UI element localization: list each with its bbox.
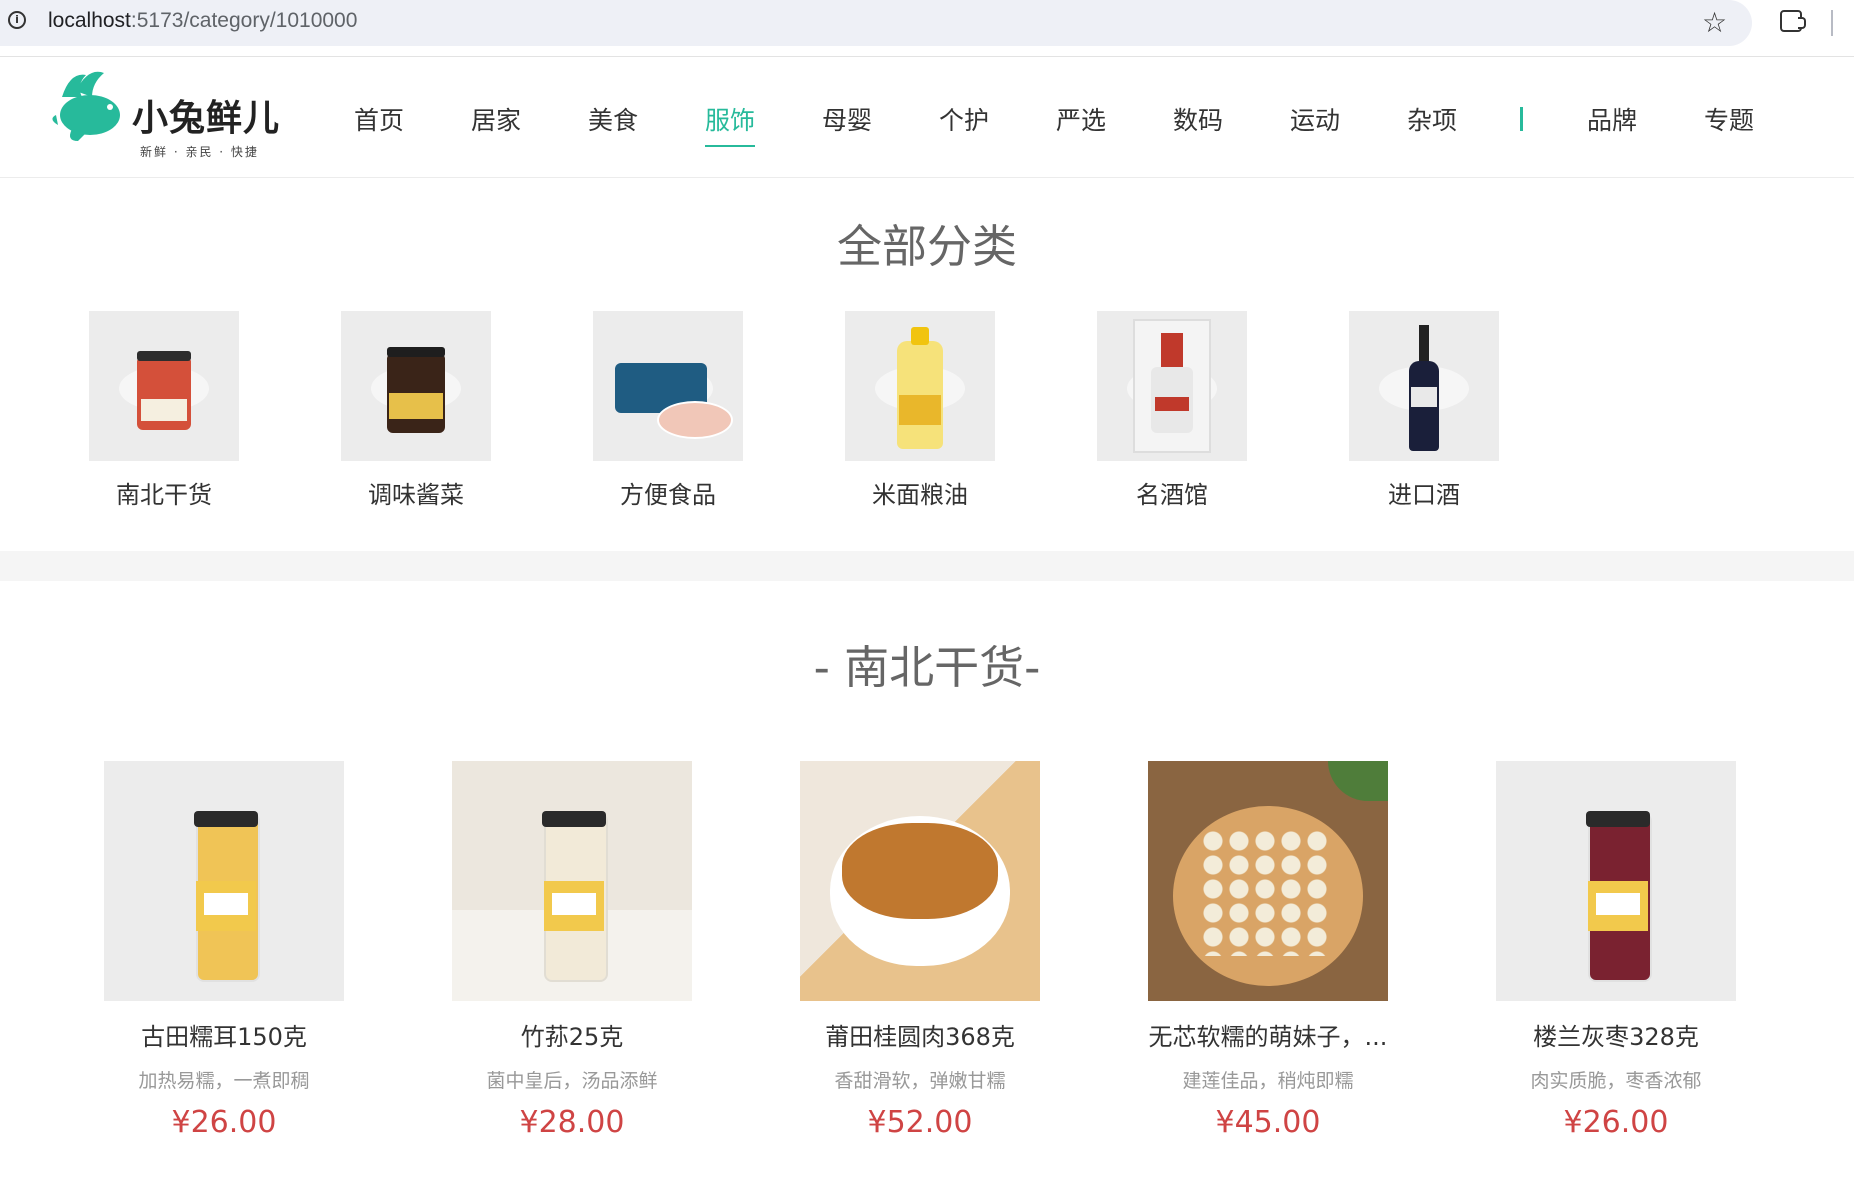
url-host: localhost [48,9,131,32]
nav-item-brand[interactable]: 品牌 [1587,101,1637,145]
logo-slogan: 新鲜 · 亲民 · 快捷 [140,145,259,159]
nav-item-food[interactable]: 美食 [588,101,638,145]
nav-item-digital[interactable]: 数码 [1173,101,1223,145]
nav-item-home[interactable]: 首页 [354,101,404,145]
goods-price: ¥52.00 [867,1105,973,1140]
logo-name: 小兔鲜儿 [132,98,281,139]
goods-name: 竹荪25克 [520,1023,624,1051]
nav-item-baby[interactable]: 母婴 [822,101,872,145]
nav-item-misc[interactable]: 杂项 [1407,101,1457,145]
nav-item-personal-care[interactable]: 个护 [939,101,989,145]
goods-image [1148,761,1388,1001]
goods-item[interactable]: 莆田桂圆肉368克 香甜滑软，弹嫩甘糯 ¥52.00 [800,761,1040,1140]
nav-item-apparel[interactable]: 服饰 [705,101,756,147]
goods-price: ¥26.00 [171,1105,277,1140]
category-item[interactable]: 方便食品 [593,311,743,510]
goods-image [800,761,1040,1001]
category-name: 南北干货 [116,481,212,509]
category-thumbnail [1349,311,1499,461]
address-bar[interactable]: i localhost:5173/category/1010000 ☆ [0,0,1752,46]
goods-price: ¥26.00 [1563,1105,1669,1140]
section-divider [0,551,1854,581]
goods-price: ¥28.00 [519,1105,625,1140]
nav-divider [1520,107,1523,131]
goods-name: 无芯软糯的萌妹子，... [1148,1023,1388,1051]
goods-item[interactable]: 楼兰灰枣328克 肉实质脆，枣香浓郁 ¥26.00 [1496,761,1736,1140]
browser-toolbar: i localhost:5173/category/1010000 ☆ [0,0,1854,57]
category-item[interactable]: 米面粮油 [845,311,995,510]
nav-item-topic[interactable]: 专题 [1704,101,1754,145]
category-name: 进口酒 [1388,481,1460,509]
category-thumbnail [1097,311,1247,461]
category-name: 名酒馆 [1136,481,1208,509]
all-categories-section: 全部分类 南北干货 调味酱菜 方便食品 米面粮油 名酒馆 进口酒 [0,178,1854,550]
category-name: 调味酱菜 [368,481,464,509]
logo[interactable]: 小兔鲜儿 新鲜 · 亲民 · 快捷 [52,67,292,159]
goods-desc: 肉实质脆，枣香浓郁 [1530,1070,1702,1092]
bookmark-star-icon[interactable]: ☆ [1702,6,1727,39]
goods-desc: 香甜滑软，弹嫩甘糯 [834,1070,1006,1092]
category-thumbnail [845,311,995,461]
category-item[interactable]: 名酒馆 [1097,311,1247,510]
nav-item-selected[interactable]: 严选 [1056,101,1106,145]
category-name: 方便食品 [620,481,716,509]
goods-item[interactable]: 无芯软糯的萌妹子，... 建莲佳品，稍炖即糯 ¥45.00 [1148,761,1388,1140]
goods-name: 楼兰灰枣328克 [1533,1023,1699,1051]
subcategory-title: - 南北干货- [813,641,1041,694]
all-categories-title: 全部分类 [836,220,1017,273]
site-header: 小兔鲜儿 新鲜 · 亲民 · 快捷 首页 居家 美食 服饰 母婴 个护 严选 数… [0,57,1854,178]
toolbar-divider [1831,10,1833,36]
goods-image [1496,761,1736,1001]
category-item[interactable]: 进口酒 [1349,311,1499,510]
goods-desc: 加热易糯，一煮即稠 [138,1070,310,1092]
subcategory-section: - 南北干货- 古田糯耳150克 加热易糯，一煮即稠 ¥26.00 竹荪25克 … [0,581,1854,1194]
category-item[interactable]: 南北干货 [89,311,239,510]
extensions-icon[interactable] [1780,10,1806,32]
goods-image [104,761,344,1001]
goods-item[interactable]: 竹荪25克 菌中皇后，汤品添鲜 ¥28.00 [452,761,692,1140]
rabbit-logo-icon [52,71,120,141]
goods-item[interactable]: 古田糯耳150克 加热易糯，一煮即稠 ¥26.00 [104,761,344,1140]
url-path: :5173/category/1010000 [130,9,358,32]
category-thumbnail [89,311,239,461]
nav-item-sports[interactable]: 运动 [1290,101,1340,145]
category-name: 米面粮油 [872,481,968,509]
site-info-icon[interactable]: i [8,11,26,29]
category-item[interactable]: 调味酱菜 [341,311,491,510]
category-thumbnail [341,311,491,461]
url-text[interactable]: localhost:5173/category/1010000 [48,9,357,33]
nav-item-home-living[interactable]: 居家 [471,101,521,145]
goods-name: 莆田桂圆肉368克 [825,1023,1015,1051]
goods-desc: 建莲佳品，稍炖即糯 [1182,1070,1354,1092]
goods-name: 古田糯耳150克 [141,1023,307,1051]
category-thumbnail [593,311,743,461]
goods-desc: 菌中皇后，汤品添鲜 [486,1070,658,1092]
goods-price: ¥45.00 [1215,1105,1321,1140]
goods-image [452,761,692,1001]
